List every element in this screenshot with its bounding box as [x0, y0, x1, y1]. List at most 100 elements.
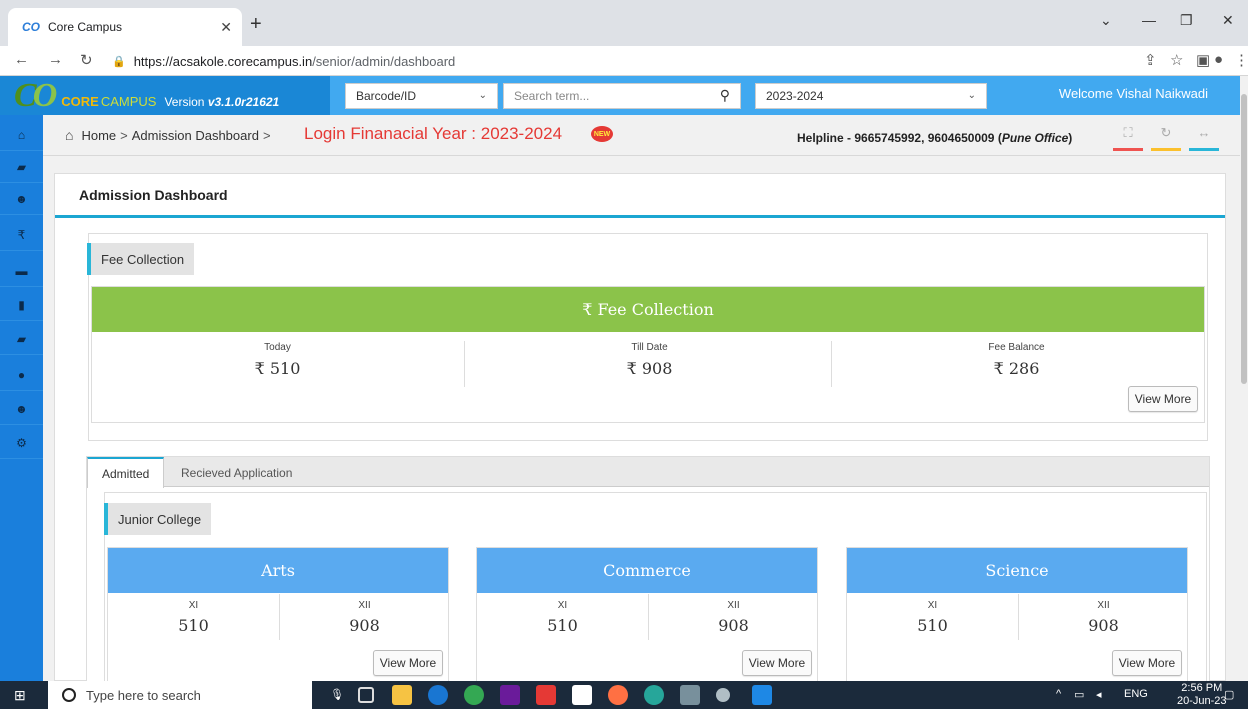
- share-icon[interactable]: ⇪: [1144, 51, 1157, 69]
- menu-kebab-icon[interactable]: ⋮: [1234, 51, 1248, 69]
- volume-icon[interactable]: ◂: [1096, 688, 1102, 701]
- anydesk-icon[interactable]: [536, 685, 556, 705]
- url-field[interactable]: 🔒 https://acsakole.corecampus.in/senior/…: [112, 49, 1232, 73]
- login-financial-year: Login Finanacial Year : 2023-2024: [304, 124, 563, 143]
- tab-row: Admitted Recieved Application: [87, 457, 1209, 488]
- sidebar-item-documents[interactable]: ▮: [0, 289, 43, 321]
- chevron-down-icon: ⌄: [967, 90, 976, 101]
- logo-core: CORE: [61, 94, 99, 109]
- url-host: https://acsakole.corecampus.in: [133, 53, 313, 69]
- word-icon[interactable]: [752, 685, 772, 705]
- users-icon: ☻: [15, 401, 28, 416]
- internet-explorer-icon[interactable]: [428, 685, 448, 705]
- minimize-button[interactable]: —: [1142, 12, 1156, 28]
- stream-col-xi: XI 510: [547, 600, 578, 635]
- close-window-button[interactable]: ✕: [1222, 12, 1234, 29]
- breadcrumb-current[interactable]: Admission Dashboard: [132, 128, 259, 143]
- version-text: Version v3.1.0r21621: [164, 94, 280, 109]
- helpline-text: Helpline - 9665745992, 9604650009 (Pune …: [797, 131, 1073, 145]
- book-icon: ▬: [15, 263, 28, 278]
- tab-admitted[interactable]: Admitted: [87, 457, 165, 488]
- core-ism-icon[interactable]: [500, 685, 520, 705]
- browser-tab[interactable]: CO Core Campus ✕: [8, 8, 242, 46]
- fee-collection-section: Fee Collection ₹ Fee Collection Today ₹ …: [87, 233, 1208, 441]
- tray-chevron-icon[interactable]: ^: [1056, 688, 1061, 700]
- forward-icon[interactable]: →: [48, 51, 63, 68]
- junior-college-label: Junior College: [104, 503, 212, 535]
- logo-campus: CAMPUS: [100, 94, 157, 109]
- close-tab-icon[interactable]: ✕: [220, 19, 232, 36]
- home-icon[interactable]: ⌂: [65, 127, 73, 143]
- task-view-icon[interactable]: [358, 687, 374, 703]
- barcode-select[interactable]: Barcode/ID ⌄: [345, 83, 498, 109]
- new-tab-button[interactable]: +: [250, 14, 262, 34]
- sidebar-item-staff[interactable]: ☻: [0, 393, 43, 425]
- microphone-icon[interactable]: 🎙: [330, 688, 344, 701]
- graduation-cap-icon: ▰: [16, 331, 27, 346]
- sidebar-item-students[interactable]: ☻: [0, 183, 43, 215]
- app-logo[interactable]: CO CORE CAMPUS Version v3.1.0r21621: [0, 76, 330, 115]
- restore-button[interactable]: ❐: [1180, 12, 1193, 29]
- commerce-view-more-button[interactable]: View More: [742, 650, 812, 676]
- admission-tabs: Admitted Recieved Application Junior Col…: [86, 456, 1210, 687]
- expand-width-icon[interactable]: ↔: [1189, 125, 1219, 151]
- windows-start-icon[interactable]: ⊞: [14, 687, 26, 704]
- stream-header: Science: [847, 548, 1187, 593]
- network-icon[interactable]: ▭: [1074, 688, 1084, 701]
- url-path: /senior/admin/dashboard: [312, 53, 456, 69]
- scrollbar-thumb[interactable]: [1241, 94, 1247, 384]
- sidebar-item-home[interactable]: ⌂: [0, 119, 43, 151]
- taskbar-search[interactable]: Type here to search: [48, 681, 312, 709]
- edge-icon[interactable]: [644, 685, 664, 705]
- academic-year-select[interactable]: 2023-2024 ⌄: [755, 83, 987, 109]
- taskbar-clock[interactable]: 2:56 PM 20-Jun-23: [1177, 682, 1227, 708]
- fee-stat-till-date: Till Date ₹ 908: [626, 342, 673, 378]
- arts-view-more-button[interactable]: View More: [373, 650, 443, 676]
- page-title: Admission Dashboard: [55, 174, 1225, 218]
- sidebar-item-fees[interactable]: ₹: [0, 219, 43, 251]
- side-panel-icon[interactable]: ▣: [1196, 51, 1210, 69]
- network-app-icon[interactable]: [680, 685, 700, 705]
- notifications-icon[interactable]: ▢: [1224, 688, 1234, 701]
- science-view-more-button[interactable]: View More: [1112, 650, 1182, 676]
- address-bar-row: ← → ↻ 🔒 https://acsakole.corecampus.in/s…: [0, 46, 1248, 76]
- sidebar-item-exams[interactable]: ▰: [0, 323, 43, 355]
- search-input[interactable]: Search term... ⚲: [503, 83, 741, 109]
- new-badge: NEW: [591, 126, 613, 142]
- search-icon[interactable]: ⚲: [720, 87, 730, 104]
- rupee-icon: ₹: [17, 227, 26, 242]
- bookmark-star-icon[interactable]: ☆: [1170, 51, 1183, 69]
- reload-icon[interactable]: ↻: [80, 51, 93, 69]
- breadcrumb: ⌂ Home > Admission Dashboard >: [65, 127, 271, 143]
- welcome-user[interactable]: Welcome Vishal Naikwadi: [1059, 86, 1208, 101]
- fee-view-more-button[interactable]: View More: [1128, 386, 1198, 412]
- stream-col-xii: XII 908: [718, 600, 749, 635]
- stream-col-xi: XI 510: [178, 600, 209, 635]
- app-header: CO CORE CAMPUS Version v3.1.0r21621 Barc…: [0, 76, 1248, 115]
- chevron-down-icon: ⌄: [478, 90, 487, 101]
- fullscreen-icon[interactable]: ⛶: [1113, 125, 1143, 151]
- sidebar-item-academics[interactable]: ▰: [0, 151, 43, 183]
- file-explorer-icon[interactable]: [392, 685, 412, 705]
- users-icon: ☻: [15, 191, 28, 206]
- refresh-icon[interactable]: ↻: [1151, 125, 1181, 151]
- page-scrollbar[interactable]: [1240, 76, 1248, 681]
- tab-received-application[interactable]: Recieved Application: [167, 457, 306, 488]
- stream-header: Commerce: [477, 548, 817, 593]
- sidebar-item-settings[interactable]: ⚙: [0, 427, 43, 459]
- back-icon[interactable]: ←: [14, 51, 29, 68]
- sidebar-item-library[interactable]: ▬: [0, 255, 43, 287]
- store-icon[interactable]: [572, 685, 592, 705]
- profile-icon[interactable]: ●: [1214, 51, 1223, 68]
- search-tool-icon[interactable]: [716, 688, 730, 702]
- home-icon: ⌂: [17, 127, 26, 142]
- language-indicator[interactable]: ENG: [1124, 688, 1148, 700]
- fee-collection-header: ₹ Fee Collection: [92, 287, 1204, 332]
- chrome-icon[interactable]: [464, 685, 484, 705]
- fee-stat-balance: Fee Balance ₹ 286: [988, 342, 1045, 378]
- os-taskbar: ⊞ Type here to search 🎙 ^ ▭ ◂ ENG 2:56 P…: [0, 681, 1248, 709]
- sidebar-item-profile[interactable]: ●: [0, 359, 43, 391]
- tab-search-icon[interactable]: ⌄: [1100, 12, 1112, 29]
- firefox-icon[interactable]: [608, 685, 628, 705]
- breadcrumb-home[interactable]: Home: [81, 128, 116, 143]
